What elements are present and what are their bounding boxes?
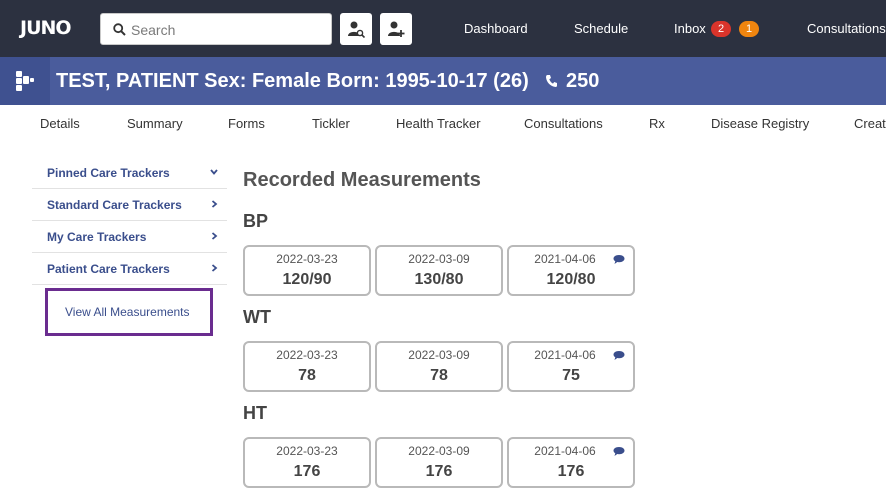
measurement-card[interactable]: 2021-04-06 120/80 xyxy=(507,245,635,296)
phone-icon xyxy=(546,75,557,87)
tab-disease-registry[interactable]: Disease Registry xyxy=(711,116,809,131)
inbox-badge-red: 2 xyxy=(711,21,731,37)
patient-search-button[interactable] xyxy=(340,13,372,45)
sidebar-item-label: Pinned Care Trackers xyxy=(47,166,170,180)
patient-name-demographics[interactable]: TEST, PATIENT Sex: Female Born: 1995-10-… xyxy=(56,70,529,93)
measurement-date: 2021-04-06 xyxy=(534,444,596,458)
patient-menu-toggle[interactable] xyxy=(0,57,50,105)
measurement-card[interactable]: 2022-03-09 130/80 xyxy=(375,245,503,296)
view-all-measurements-link[interactable]: View All Measurements xyxy=(45,288,213,336)
search-input[interactable] xyxy=(131,20,321,40)
measurement-date: 2022-03-09 xyxy=(408,252,470,266)
measurement-value: 176 xyxy=(557,463,585,480)
measurement-card[interactable]: 2022-03-09 78 xyxy=(375,341,503,392)
sidebar-item-pinned-care-trackers[interactable]: Pinned Care Trackers xyxy=(32,157,227,189)
juno-logo[interactable]: JUNO xyxy=(20,17,72,39)
measurement-date: 2022-03-23 xyxy=(276,252,338,266)
view-all-measurements-label: View All Measurements xyxy=(65,305,190,319)
inbox-badge-orange: 1 xyxy=(739,21,759,37)
page-title: Recorded Measurements xyxy=(243,169,481,191)
measurement-value: 130/80 xyxy=(414,271,464,288)
section-label-bp: BP xyxy=(243,211,269,231)
section-label-wt: WT xyxy=(243,307,271,327)
measurement-card[interactable]: 2022-03-23 176 xyxy=(243,437,371,488)
nav-consultations[interactable]: Consultations xyxy=(807,21,886,36)
tab-summary[interactable]: Summary xyxy=(127,116,183,131)
tab-details[interactable]: Details xyxy=(40,116,80,131)
top-navbar: JUNO Dashboard Schedule Inbox 2 1 Consul… xyxy=(0,0,886,57)
measurement-value: 176 xyxy=(425,463,453,480)
chevron-down-icon xyxy=(210,169,218,175)
add-patient-button[interactable] xyxy=(380,13,412,45)
sidebar-item-patient-care-trackers[interactable]: Patient Care Trackers xyxy=(32,253,227,285)
tab-consultations[interactable]: Consultations xyxy=(524,116,603,131)
measurement-value: 78 xyxy=(298,367,316,384)
sidebar-item-my-care-trackers[interactable]: My Care Trackers xyxy=(32,221,227,253)
chevron-right-icon xyxy=(211,200,218,208)
tab-tickler[interactable]: Tickler xyxy=(312,116,350,131)
measurement-card[interactable]: 2021-04-06 75 xyxy=(507,341,635,392)
search-icon xyxy=(113,23,126,36)
measurement-value: 120/90 xyxy=(282,271,332,288)
measurement-value: 176 xyxy=(293,463,321,480)
nav-inbox[interactable]: Inbox xyxy=(674,21,706,36)
measurement-value: 75 xyxy=(562,367,580,384)
tab-health-tracker[interactable]: Health Tracker xyxy=(396,116,481,131)
measurement-card[interactable]: 2022-03-09 176 xyxy=(375,437,503,488)
patient-menu-icon xyxy=(16,71,34,91)
tab-create[interactable]: Create xyxy=(854,116,886,131)
tab-forms[interactable]: Forms xyxy=(228,116,265,131)
sidebar-item-label: My Care Trackers xyxy=(47,230,147,244)
measurement-date: 2022-03-09 xyxy=(408,348,470,362)
measurement-value: 120/80 xyxy=(546,271,596,288)
sidebar-item-standard-care-trackers[interactable]: Standard Care Trackers xyxy=(32,189,227,221)
nav-schedule[interactable]: Schedule xyxy=(574,21,628,36)
measurement-date: 2021-04-06 xyxy=(534,252,596,266)
comment-icon[interactable] xyxy=(613,254,625,265)
measurement-date: 2021-04-06 xyxy=(534,348,596,362)
sidebar-item-label: Patient Care Trackers xyxy=(47,262,170,276)
chevron-right-icon xyxy=(211,232,218,240)
measurement-date: 2022-03-23 xyxy=(276,444,338,458)
patient-phone: 250 xyxy=(566,70,600,92)
comment-icon[interactable] xyxy=(613,446,625,457)
patient-header: TEST, PATIENT Sex: Female Born: 1995-10-… xyxy=(0,57,886,105)
tab-rx[interactable]: Rx xyxy=(649,116,665,131)
search-box[interactable] xyxy=(100,13,332,45)
measurement-value: 78 xyxy=(430,367,448,384)
measurement-card[interactable]: 2022-03-23 120/90 xyxy=(243,245,371,296)
measurement-card[interactable]: 2021-04-06 176 xyxy=(507,437,635,488)
measurement-date: 2022-03-09 xyxy=(408,444,470,458)
measurement-date: 2022-03-23 xyxy=(276,348,338,362)
measurement-card[interactable]: 2022-03-23 78 xyxy=(243,341,371,392)
user-search-icon xyxy=(348,21,365,38)
user-plus-icon xyxy=(388,21,405,37)
comment-icon[interactable] xyxy=(613,350,625,361)
nav-dashboard[interactable]: Dashboard xyxy=(464,21,528,36)
sidebar-item-label: Standard Care Trackers xyxy=(47,198,182,212)
chevron-right-icon xyxy=(211,264,218,272)
section-label-ht: HT xyxy=(243,403,267,423)
